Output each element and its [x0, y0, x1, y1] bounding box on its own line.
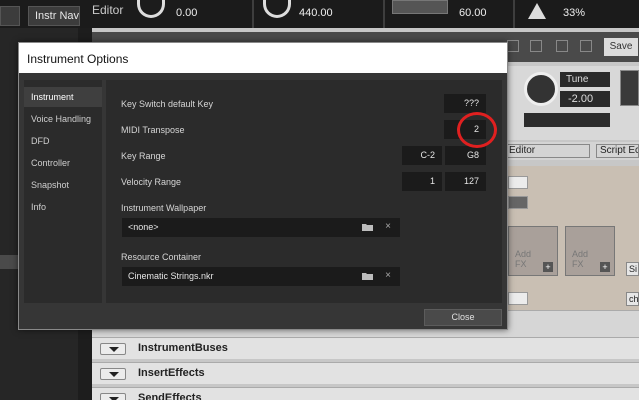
divider [252, 0, 254, 28]
side-control[interactable] [620, 70, 639, 106]
side-button[interactable]: ch [626, 292, 639, 306]
section-instrument-buses[interactable]: InstrumentBuses [92, 337, 639, 359]
redo-icon[interactable] [580, 40, 592, 52]
pan-slider[interactable] [524, 113, 610, 127]
toggle-button[interactable] [508, 176, 528, 189]
resource-container-label: Resource Container [121, 252, 202, 262]
resource-container-value: Cinematic Strings.nkr [128, 271, 214, 281]
tab-editor[interactable]: Editor [506, 144, 590, 158]
velocity-range-high-field[interactable]: 127 [445, 172, 486, 191]
tune-knob[interactable] [524, 72, 558, 106]
metronome-icon[interactable] [528, 3, 546, 19]
dialog-title: Instrument Options [27, 52, 129, 66]
tab-previous[interactable] [0, 6, 20, 26]
add-fx-label: Add [572, 249, 589, 259]
chevron-down-icon[interactable] [100, 343, 126, 355]
add-fx-label: Add [515, 249, 532, 259]
tune-label: Tune [560, 72, 610, 87]
value-readout-1: 0.00 [176, 7, 198, 19]
options-nav: Instrument Voice Handling DFD Controller… [24, 80, 102, 303]
key-switch-label: Key Switch default Key [121, 99, 214, 109]
clear-icon[interactable]: × [383, 270, 393, 282]
wallpaper-label: Instrument Wallpaper [121, 203, 207, 213]
nav-item-controller[interactable]: Controller [24, 153, 102, 173]
divider [383, 0, 385, 28]
dialog-titlebar[interactable]: Instrument Options [19, 43, 507, 73]
export-icon[interactable] [530, 40, 542, 52]
dialog-body: Instrument Voice Handling DFD Controller… [19, 73, 507, 329]
section-send-effects[interactable]: SendEffects [92, 387, 639, 400]
chevron-down-icon[interactable] [100, 393, 126, 400]
section-label: InstrumentBuses [138, 342, 228, 354]
dropdown-button[interactable] [508, 196, 528, 209]
highlight-circle [457, 112, 497, 148]
tab-script-editor[interactable]: Script Ec [596, 144, 639, 158]
tab-instr-nav[interactable]: Instr Nav [28, 6, 80, 26]
plus-icon[interactable]: + [543, 262, 553, 272]
resource-container-field[interactable]: Cinematic Strings.nkr × [122, 267, 400, 286]
tune-value[interactable]: -2.00 [560, 91, 610, 107]
wallpaper-field[interactable]: <none> × [122, 218, 400, 237]
key-switch-field[interactable]: ??? [444, 94, 486, 113]
value-readout-4: 33% [563, 7, 586, 19]
midi-transpose-label: MIDI Transpose [121, 125, 185, 135]
nav-item-info[interactable]: Info [24, 197, 102, 217]
level-meter [392, 0, 448, 14]
chevron-down-icon[interactable] [100, 368, 126, 380]
section-label: SendEffects [138, 392, 202, 400]
value-readout-3: 60.00 [459, 7, 487, 19]
section-insert-effects[interactable]: InsertEffects [92, 362, 639, 384]
nav-item-instrument[interactable]: Instrument [24, 87, 102, 107]
divider [513, 0, 515, 28]
folder-icon[interactable] [362, 272, 373, 280]
section-label: InsertEffects [138, 367, 205, 379]
instrument-options-dialog: Instrument Options Instrument Voice Hand… [18, 42, 508, 330]
key-range-label: Key Range [121, 151, 166, 161]
instrument-settings-panel: Key Switch default Key ??? MIDI Transpos… [106, 80, 502, 303]
toggle-button[interactable] [508, 292, 528, 305]
folder-icon[interactable] [362, 223, 373, 231]
clear-icon[interactable]: × [383, 221, 393, 233]
key-range-low-field[interactable]: C-2 [402, 146, 442, 165]
plus-icon[interactable]: + [600, 262, 610, 272]
velocity-range-low-field[interactable]: 1 [402, 172, 442, 191]
nav-item-voice-handling[interactable]: Voice Handling [24, 109, 102, 129]
value-readout-2: 440.00 [299, 7, 333, 19]
close-button[interactable]: Close [424, 309, 502, 326]
wallpaper-value: <none> [128, 222, 159, 232]
side-button[interactable]: Si [626, 262, 639, 276]
editor-label: Editor [92, 3, 124, 17]
velocity-range-label: Velocity Range [121, 177, 182, 187]
save-button[interactable]: Save [604, 38, 638, 56]
key-range-high-field[interactable]: G8 [445, 146, 486, 165]
undo-icon[interactable] [556, 40, 568, 52]
nav-item-snapshot[interactable]: Snapshot [24, 175, 102, 195]
back-icon[interactable] [507, 40, 519, 52]
add-fx-label: FX [515, 259, 527, 269]
add-fx-label: FX [572, 259, 584, 269]
nav-item-dfd[interactable]: DFD [24, 131, 102, 151]
